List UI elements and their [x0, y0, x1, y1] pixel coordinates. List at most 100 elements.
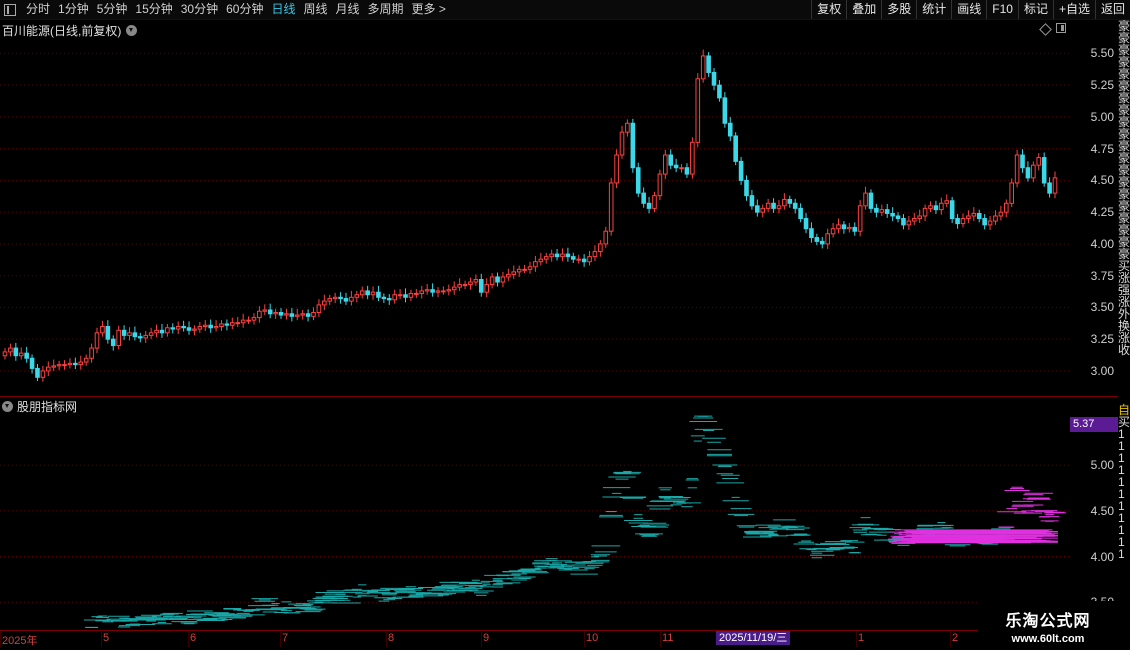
chip-distribution-chart[interactable] — [0, 410, 1070, 650]
tab-30min[interactable]: 30分钟 — [177, 0, 222, 19]
x-tick-label: 5 — [103, 632, 110, 644]
candle-body — [359, 290, 365, 296]
f10-button[interactable]: F10 — [986, 0, 1018, 19]
back-button[interactable]: 返回 — [1094, 0, 1130, 19]
candle-body — [451, 286, 457, 291]
candle-body — [322, 300, 327, 306]
main-chart-panel[interactable]: 百川能源(日线,前复权) — [0, 20, 1070, 396]
candle-body — [192, 328, 197, 331]
tab-multi-period[interactable]: 多周期 — [364, 0, 408, 19]
candle-body — [798, 207, 803, 220]
candle-body — [1047, 182, 1052, 194]
candle-body — [657, 173, 663, 197]
candle-body — [100, 325, 105, 334]
candle-body — [857, 205, 863, 232]
candle-body — [132, 332, 138, 338]
candle-body — [706, 55, 711, 73]
candle-body — [468, 281, 473, 286]
candle-body — [419, 290, 425, 294]
candle-body — [749, 195, 755, 207]
candle-body — [159, 329, 165, 334]
window-toggle-icon[interactable] — [1056, 23, 1066, 33]
candle-body — [300, 313, 305, 316]
add-watchlist-button[interactable]: +自选 — [1052, 0, 1095, 19]
tab-5min[interactable]: 5分钟 — [93, 0, 132, 19]
x-tick — [950, 631, 951, 647]
tab-daily[interactable]: 日线 — [267, 0, 299, 19]
layout-toggle-icon[interactable] — [4, 3, 16, 16]
candle-body — [343, 298, 349, 302]
candle-body — [511, 271, 517, 275]
candle-body — [809, 228, 814, 239]
tab-weekly[interactable]: 周线 — [299, 0, 331, 19]
x-tick-label: 7 — [282, 632, 289, 644]
candle-body — [29, 357, 35, 369]
tab-fenshi[interactable]: 分时 — [22, 0, 54, 19]
candle-body — [273, 312, 278, 315]
candle-body — [121, 329, 127, 336]
candle-body — [619, 131, 625, 156]
candle-body — [40, 370, 46, 378]
candle-body — [841, 224, 847, 230]
candle-body — [1036, 157, 1042, 166]
chevron-down-icon[interactable] — [126, 25, 138, 36]
tab-15min[interactable]: 15分钟 — [131, 0, 176, 19]
candle-body — [787, 198, 793, 204]
period-tabs: 分时 1分钟 5分钟 15分钟 30分钟 60分钟 日线 周线 月线 多周期 更… — [0, 0, 450, 19]
candle-body — [825, 233, 830, 245]
candle-body — [338, 296, 343, 300]
x-tick — [856, 631, 857, 647]
tab-more[interactable]: 更多 > — [408, 0, 450, 19]
indicator-panel[interactable] — [0, 410, 1070, 650]
crosshair-date-label: 2025/11/19/三 — [716, 631, 791, 645]
restore-rights-button[interactable]: 复权 — [811, 0, 846, 19]
candle-body — [224, 323, 230, 326]
candle-body — [462, 284, 468, 287]
tab-60min[interactable]: 60分钟 — [222, 0, 267, 19]
candle-body — [403, 294, 408, 298]
candle-body — [695, 78, 701, 143]
candle-body — [516, 268, 522, 273]
candle-body — [45, 366, 51, 372]
candle-body — [847, 226, 852, 230]
candle-body — [608, 182, 614, 232]
candle-body — [24, 352, 29, 359]
candle-body — [895, 215, 901, 220]
y-tick-label: 3.00 — [1090, 363, 1114, 378]
candle-body — [890, 212, 895, 217]
x-tick — [386, 631, 387, 647]
candle-body — [1003, 202, 1009, 213]
multi-stock-button[interactable]: 多股 — [881, 0, 916, 19]
candle-body — [51, 365, 57, 368]
candle-body — [13, 347, 19, 357]
candle-body — [170, 327, 176, 330]
candle-body — [278, 312, 284, 316]
mark-button[interactable]: 标记 — [1017, 0, 1053, 19]
sub-y-tick-label: 5.00 — [1090, 458, 1114, 473]
tab-1min[interactable]: 1分钟 — [54, 0, 93, 19]
candle-body — [792, 202, 798, 209]
sub-y-tick-label: 4.00 — [1090, 549, 1114, 564]
y-tick-label: 5.00 — [1090, 109, 1114, 124]
candle-body — [235, 322, 241, 325]
candlestick-chart[interactable] — [0, 20, 1070, 396]
draw-line-button[interactable]: 画线 — [951, 0, 986, 19]
candle-body — [679, 167, 684, 170]
overlay-button[interactable]: 叠加 — [846, 0, 881, 19]
candle-body — [202, 324, 208, 327]
candle-body — [852, 226, 858, 232]
candle-body — [560, 253, 565, 258]
candle-body — [18, 352, 24, 357]
candle-body — [478, 278, 484, 293]
candle-body — [354, 294, 360, 298]
diamond-icon[interactable] — [1039, 23, 1052, 36]
tab-monthly[interactable]: 月线 — [332, 0, 364, 19]
candle-body — [625, 122, 630, 133]
statistics-button[interactable]: 统计 — [916, 0, 951, 19]
candle-body — [652, 195, 657, 209]
candle-body — [933, 205, 939, 211]
action-buttons: 复权 叠加 多股 统计 画线 F10 标记 +自选 返回 — [811, 0, 1130, 19]
candle-body — [944, 200, 950, 204]
candle-body — [901, 218, 906, 226]
x-tick — [280, 631, 281, 647]
